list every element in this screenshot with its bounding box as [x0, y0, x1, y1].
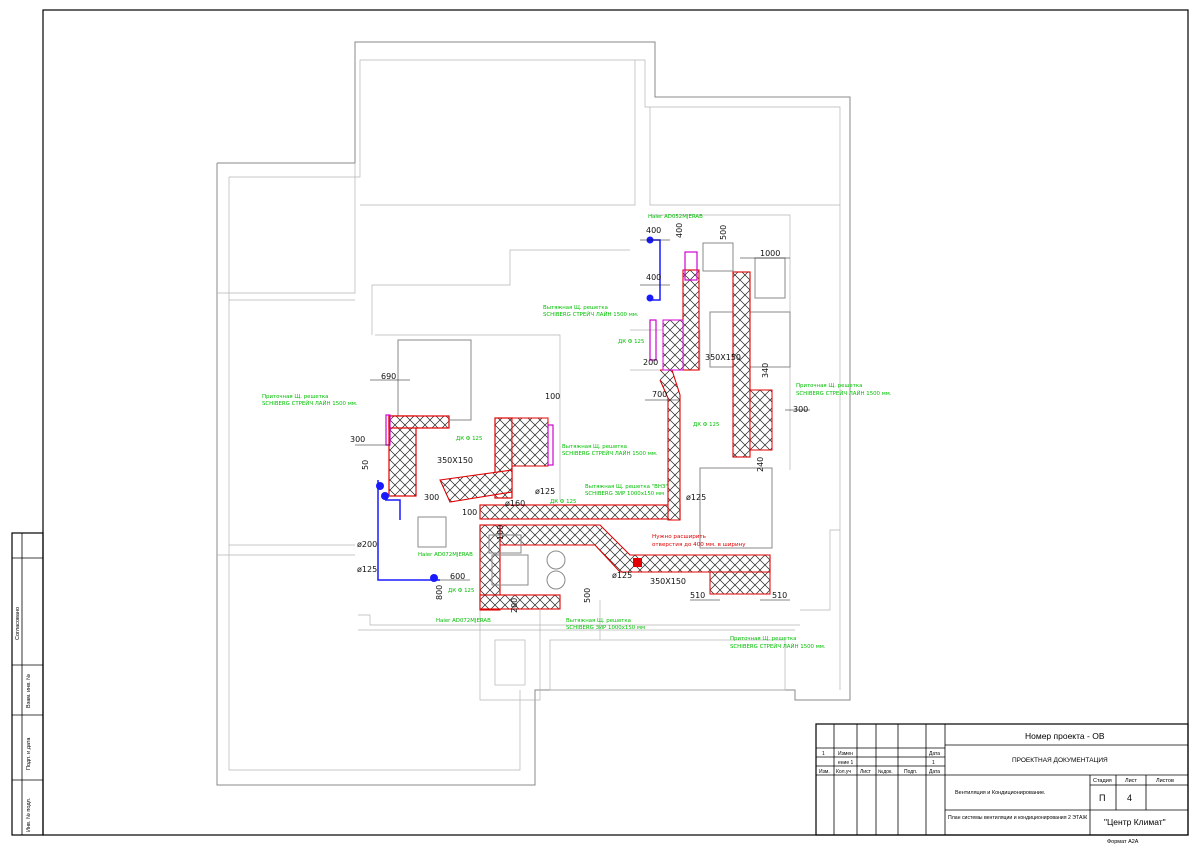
dim-label: 700	[652, 390, 667, 399]
stage-value: П	[1099, 793, 1105, 803]
dim-label: 200	[510, 598, 519, 613]
dim-label: 100	[545, 392, 560, 401]
note-label: отверстия до 400 мм. в ширину	[652, 542, 746, 548]
duct-network	[388, 269, 773, 611]
dim-label: 500	[583, 588, 592, 603]
rev-change2: ение 1	[838, 760, 854, 766]
grille-label: SCHIBERG СТРЕЙЧ ЛАЙН 1500 мм.	[262, 400, 358, 407]
dim-label: 510	[772, 591, 787, 600]
damper-label: ДК Ф 125	[618, 339, 644, 345]
grille-label: Приточная Щ. решетка	[262, 394, 328, 400]
damper-label: ДК Ф 125	[456, 436, 482, 442]
dim-label: 500	[719, 225, 728, 240]
dim-label: 510	[690, 591, 705, 600]
grille-label: Вытяжная Щ. решетка	[566, 618, 631, 624]
grille-label: SCHIBERG СТРЕЙЧ ЛАЙН 1500 мм.	[543, 311, 639, 318]
dim-label: ø125	[357, 565, 377, 574]
project-number: Номер проекта - ОВ	[1025, 731, 1105, 741]
title-block: Номер проекта - ОВ ПРОЕКТНАЯ ДОКУМЕНТАЦИ…	[815, 723, 1189, 845]
rev-date-val: 1	[932, 760, 935, 766]
dim-label: 100	[496, 525, 505, 540]
sheet-label: Лист	[1125, 778, 1137, 784]
damper-label: ДК Ф 125	[693, 422, 719, 428]
sheet-value: 4	[1127, 793, 1132, 803]
dim-label: 340	[761, 363, 770, 378]
duct-right-branches	[662, 319, 684, 371]
side-stamp: Согласовано Взам. инв. № Подп. и дата Ин…	[11, 532, 44, 836]
rev-num: 1	[822, 751, 825, 757]
dim-label: 800	[435, 585, 444, 600]
company-name: "Центр Климат"	[1104, 817, 1166, 827]
unit-label-bottom: Haier AD072MJERAB	[436, 618, 491, 624]
section-title: Вентиляция и Кондиционирование.	[955, 790, 1046, 796]
grille-label: SCHIBERG ЗИР 1000х150 мм	[566, 625, 645, 631]
grille-label: Вытяжная Щ. решетка	[562, 444, 627, 450]
stage-label: Стадия	[1093, 778, 1112, 784]
sheet-frame	[42, 9, 1189, 836]
note-label: Нужно расширить	[652, 534, 706, 540]
dim-label: ø125	[686, 493, 706, 502]
dim-label: 400	[675, 223, 684, 238]
duct-far-right-branches	[749, 389, 773, 451]
doc-type: ПРОЕКТНАЯ ДОКУМЕНТАЦИЯ	[1012, 757, 1108, 764]
dim-label: 240	[756, 457, 765, 472]
dim-label: 350Х150	[437, 456, 473, 465]
grille-label: SCHIBERG ЗИР 1000х150 мм	[585, 491, 664, 497]
dim-label: 600	[450, 572, 465, 581]
side-stamp-replace: Взам. инв. №	[26, 674, 32, 708]
side-stamp-agreed: Согласовано	[15, 607, 21, 640]
side-stamp-sign: Подп. и дата	[26, 737, 32, 770]
unit-label-mid: Haier AD072MJERAB	[418, 552, 473, 558]
tb-header: Дата	[929, 769, 940, 775]
grille-label: Вытяжная Щ. решетка	[543, 305, 608, 311]
dim-label: ø125	[535, 487, 555, 496]
tb-header: Лист	[860, 769, 872, 775]
tb-header: №док.	[878, 769, 893, 775]
dim-label: ø125	[612, 571, 632, 580]
dim-label: 200	[643, 358, 658, 367]
tb-header: Кол.уч	[836, 769, 851, 775]
duct-left-top	[388, 415, 450, 429]
duct-right-vertical	[682, 269, 700, 371]
grille-label: Приточная Щ. решетка	[730, 636, 796, 642]
dim-label: 300	[424, 493, 439, 502]
duct-mid-branches	[511, 417, 549, 467]
unit-label-top: Haier AD052MJERAB	[648, 214, 703, 220]
side-stamp-inv: Инв. № подл.	[26, 797, 32, 832]
sheet-title: План системы вентиляции и кондиционирова…	[948, 815, 1087, 821]
damper-label: ДК Ф 125	[448, 588, 474, 594]
sheets-label: Листов	[1156, 778, 1174, 784]
duct-far-right-vertical	[732, 271, 751, 458]
rev-change: Измен	[838, 751, 853, 757]
dim-label: 1000	[760, 249, 780, 258]
tb-header: Подп.	[904, 769, 917, 775]
dim-label: 350Х150	[650, 577, 686, 586]
grille-label: SCHIBERG СТРЕЙЧ ЛАЙН 1500 мм.	[796, 390, 892, 397]
duct-lower-bottom	[479, 594, 561, 610]
dim-label: 50	[361, 460, 370, 470]
dim-label: ø200	[357, 540, 377, 549]
grille-label: Вытяжная Щ. решетка "ВНЗ"	[585, 484, 668, 490]
grille-label: SCHIBERG СТРЕЙЧ ЛАЙН 1500 мм.	[562, 450, 658, 457]
damper-red	[633, 558, 642, 567]
dim-label: 690	[381, 372, 396, 381]
rev-date-label: Дата	[929, 751, 940, 757]
dim-label: 300	[350, 435, 365, 444]
duct-lower-right-branch	[709, 571, 771, 595]
dim-label: 400	[646, 226, 661, 235]
tb-header: Изм.	[819, 769, 830, 775]
grille-label: Приточная Щ. решетка	[796, 383, 862, 389]
grille-label: SCHIBERG СТРЕЙЧ ЛАЙН 1500 мм.	[730, 643, 826, 650]
damper-label: ДК Ф 125	[550, 499, 576, 505]
dim-label: 400	[646, 273, 661, 282]
dim-label: 300	[793, 405, 808, 414]
paper-format: Формат А2А	[1107, 839, 1139, 845]
dim-label: ø160	[505, 499, 525, 508]
dim-label: 350Х150	[705, 353, 741, 362]
equipment-annotations: Haier AD052MJERAB Haier AD072MJERAB Haie…	[262, 214, 892, 650]
hvac-floor-plan: Согласовано Взам. инв. № Подп. и дата Ин…	[11, 9, 1189, 845]
dim-label: 100	[462, 508, 477, 517]
